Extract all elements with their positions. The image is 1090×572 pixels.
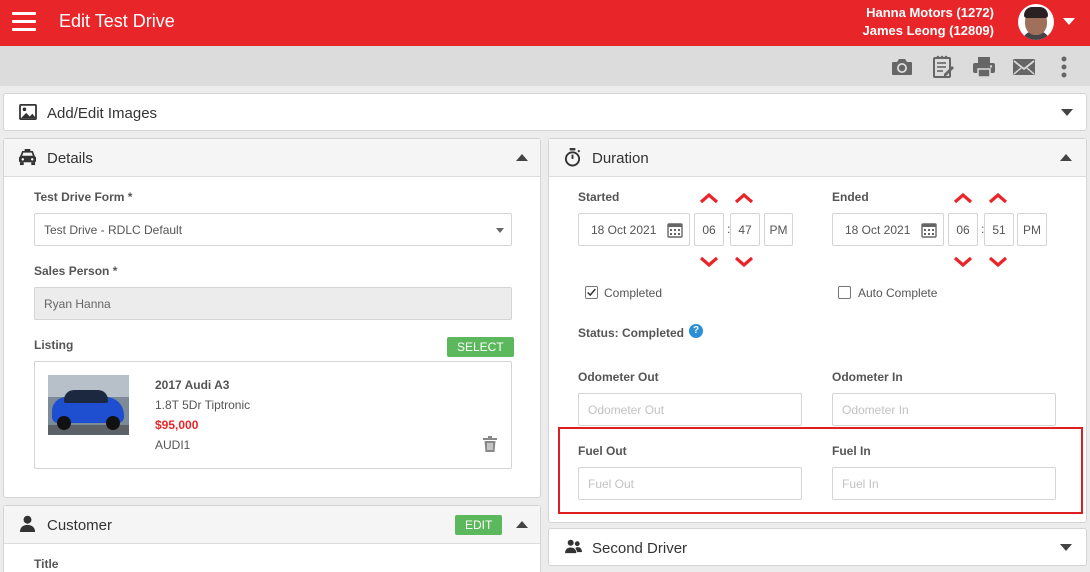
panel-title: Add/Edit Images [47,105,158,122]
stopwatch-icon [564,148,584,168]
odometer-in-placeholder: Odometer In [842,403,909,417]
page-title: Edit Test Drive [59,11,175,31]
car-stock-number: AUDI1 [155,438,191,452]
odometer-out-placeholder: Odometer Out [588,403,665,417]
ended-date-field[interactable]: 18 Oct 2021 [832,213,944,246]
listing-label: Listing [34,338,74,352]
customer-header[interactable]: Customer EDIT [4,506,540,544]
user-name: James Leong (12809) [862,23,994,38]
panel-title: Duration [592,150,649,167]
completed-checkbox[interactable] [585,286,598,299]
started-hour-up-chevron-icon[interactable] [699,191,719,204]
sales-person-field: Ryan Hanna [34,287,512,320]
car-image [48,375,129,435]
ended-minute-up-chevron-icon[interactable] [988,191,1008,204]
expand-caret-icon[interactable] [1060,544,1072,551]
duration-header[interactable]: Duration [549,139,1086,177]
collapse-caret-icon[interactable] [1060,154,1072,161]
user-menu-caret-icon[interactable] [1063,18,1075,25]
started-minute-up-chevron-icon[interactable] [734,191,754,204]
started-minute-down-chevron-icon[interactable] [734,255,754,268]
completed-label: Completed [604,286,663,300]
started-hour-input[interactable]: 06 [694,213,724,246]
trash-icon[interactable] [483,436,497,452]
help-icon[interactable]: ? [689,324,703,338]
panel-title: Customer [47,517,113,534]
fuel-highlight-box [558,427,1083,514]
started-minute-input[interactable]: 47 [730,213,760,246]
form-select-value: Test Drive - RDLC Default [44,223,183,237]
action-toolbar [0,46,1090,86]
form-label: Test Drive Form * [34,190,133,204]
chevron-down-icon [496,228,504,233]
hamburger-menu-icon[interactable] [12,12,36,32]
details-header[interactable]: Details [4,139,540,177]
auto-complete-label: Auto Complete [858,286,938,300]
started-hour-down-chevron-icon[interactable] [699,255,719,268]
taxi-car-icon [18,149,38,169]
ended-minute-input[interactable]: 51 [984,213,1014,246]
user-info[interactable]: Hanna Motors (1272) James Leong (12809) [862,4,994,40]
avatar[interactable] [1018,4,1054,40]
started-date-value: 18 Oct 2021 [591,223,657,237]
ended-hour-input[interactable]: 06 [948,213,978,246]
ended-date-value: 18 Oct 2021 [845,223,911,237]
print-icon[interactable] [971,55,997,79]
car-price: $95,000 [155,418,199,432]
auto-complete-checkbox[interactable] [838,286,851,299]
odometer-in-label: Odometer In [832,370,903,384]
calendar-icon[interactable] [921,222,937,238]
more-vert-icon[interactable] [1056,55,1072,79]
started-date-field[interactable]: 18 Oct 2021 [578,213,690,246]
second-driver-panel[interactable]: Second Driver [548,528,1087,566]
person-icon [19,515,39,535]
calendar-icon[interactable] [667,222,683,238]
dealer-name: Hanna Motors (1272) [866,5,994,20]
details-panel: Details Test Drive Form * Test Drive - R… [3,138,541,498]
select-listing-button[interactable]: SELECT [447,337,514,357]
car-name: 2017 Audi A3 [155,378,230,392]
panel-title: Details [47,150,93,167]
collapse-caret-icon[interactable] [516,521,528,528]
images-panel[interactable]: Add/Edit Images [3,93,1087,131]
odometer-out-input[interactable]: Odometer Out [578,393,802,426]
started-label: Started [578,190,620,204]
panel-title: Second Driver [592,540,688,557]
edit-customer-button[interactable]: EDIT [455,515,503,535]
ended-ampm-toggle[interactable]: PM [1017,213,1047,246]
ended-minute-down-chevron-icon[interactable] [988,255,1008,268]
sales-person-label: Sales Person * [34,264,118,278]
collapse-caret-icon[interactable] [516,154,528,161]
ended-hour-up-chevron-icon[interactable] [953,191,973,204]
odometer-out-label: Odometer Out [578,370,659,384]
expand-caret-icon[interactable] [1061,109,1073,116]
notes-icon[interactable] [930,55,956,79]
people-icon [564,539,584,559]
email-icon[interactable] [1011,55,1037,79]
top-app-bar: Edit Test Drive Hanna Motors (1272) Jame… [0,0,1090,46]
customer-title-label: Title [34,557,59,571]
customer-panel: Customer EDIT Title [3,505,541,572]
car-description: 1.8T 5Dr Tiptronic [155,398,251,412]
ended-hour-down-chevron-icon[interactable] [953,255,973,268]
ended-label: Ended [832,190,869,204]
odometer-in-input[interactable]: Odometer In [832,393,1056,426]
listing-card: 2017 Audi A3 1.8T 5Dr Tiptronic $95,000 … [34,361,512,469]
started-ampm-toggle[interactable]: PM [764,213,793,246]
test-drive-form-select[interactable]: Test Drive - RDLC Default [34,213,512,246]
camera-icon[interactable] [889,55,915,79]
status-text: Status: Completed [578,326,685,340]
sales-person-value: Ryan Hanna [44,297,111,311]
image-icon [19,104,39,124]
